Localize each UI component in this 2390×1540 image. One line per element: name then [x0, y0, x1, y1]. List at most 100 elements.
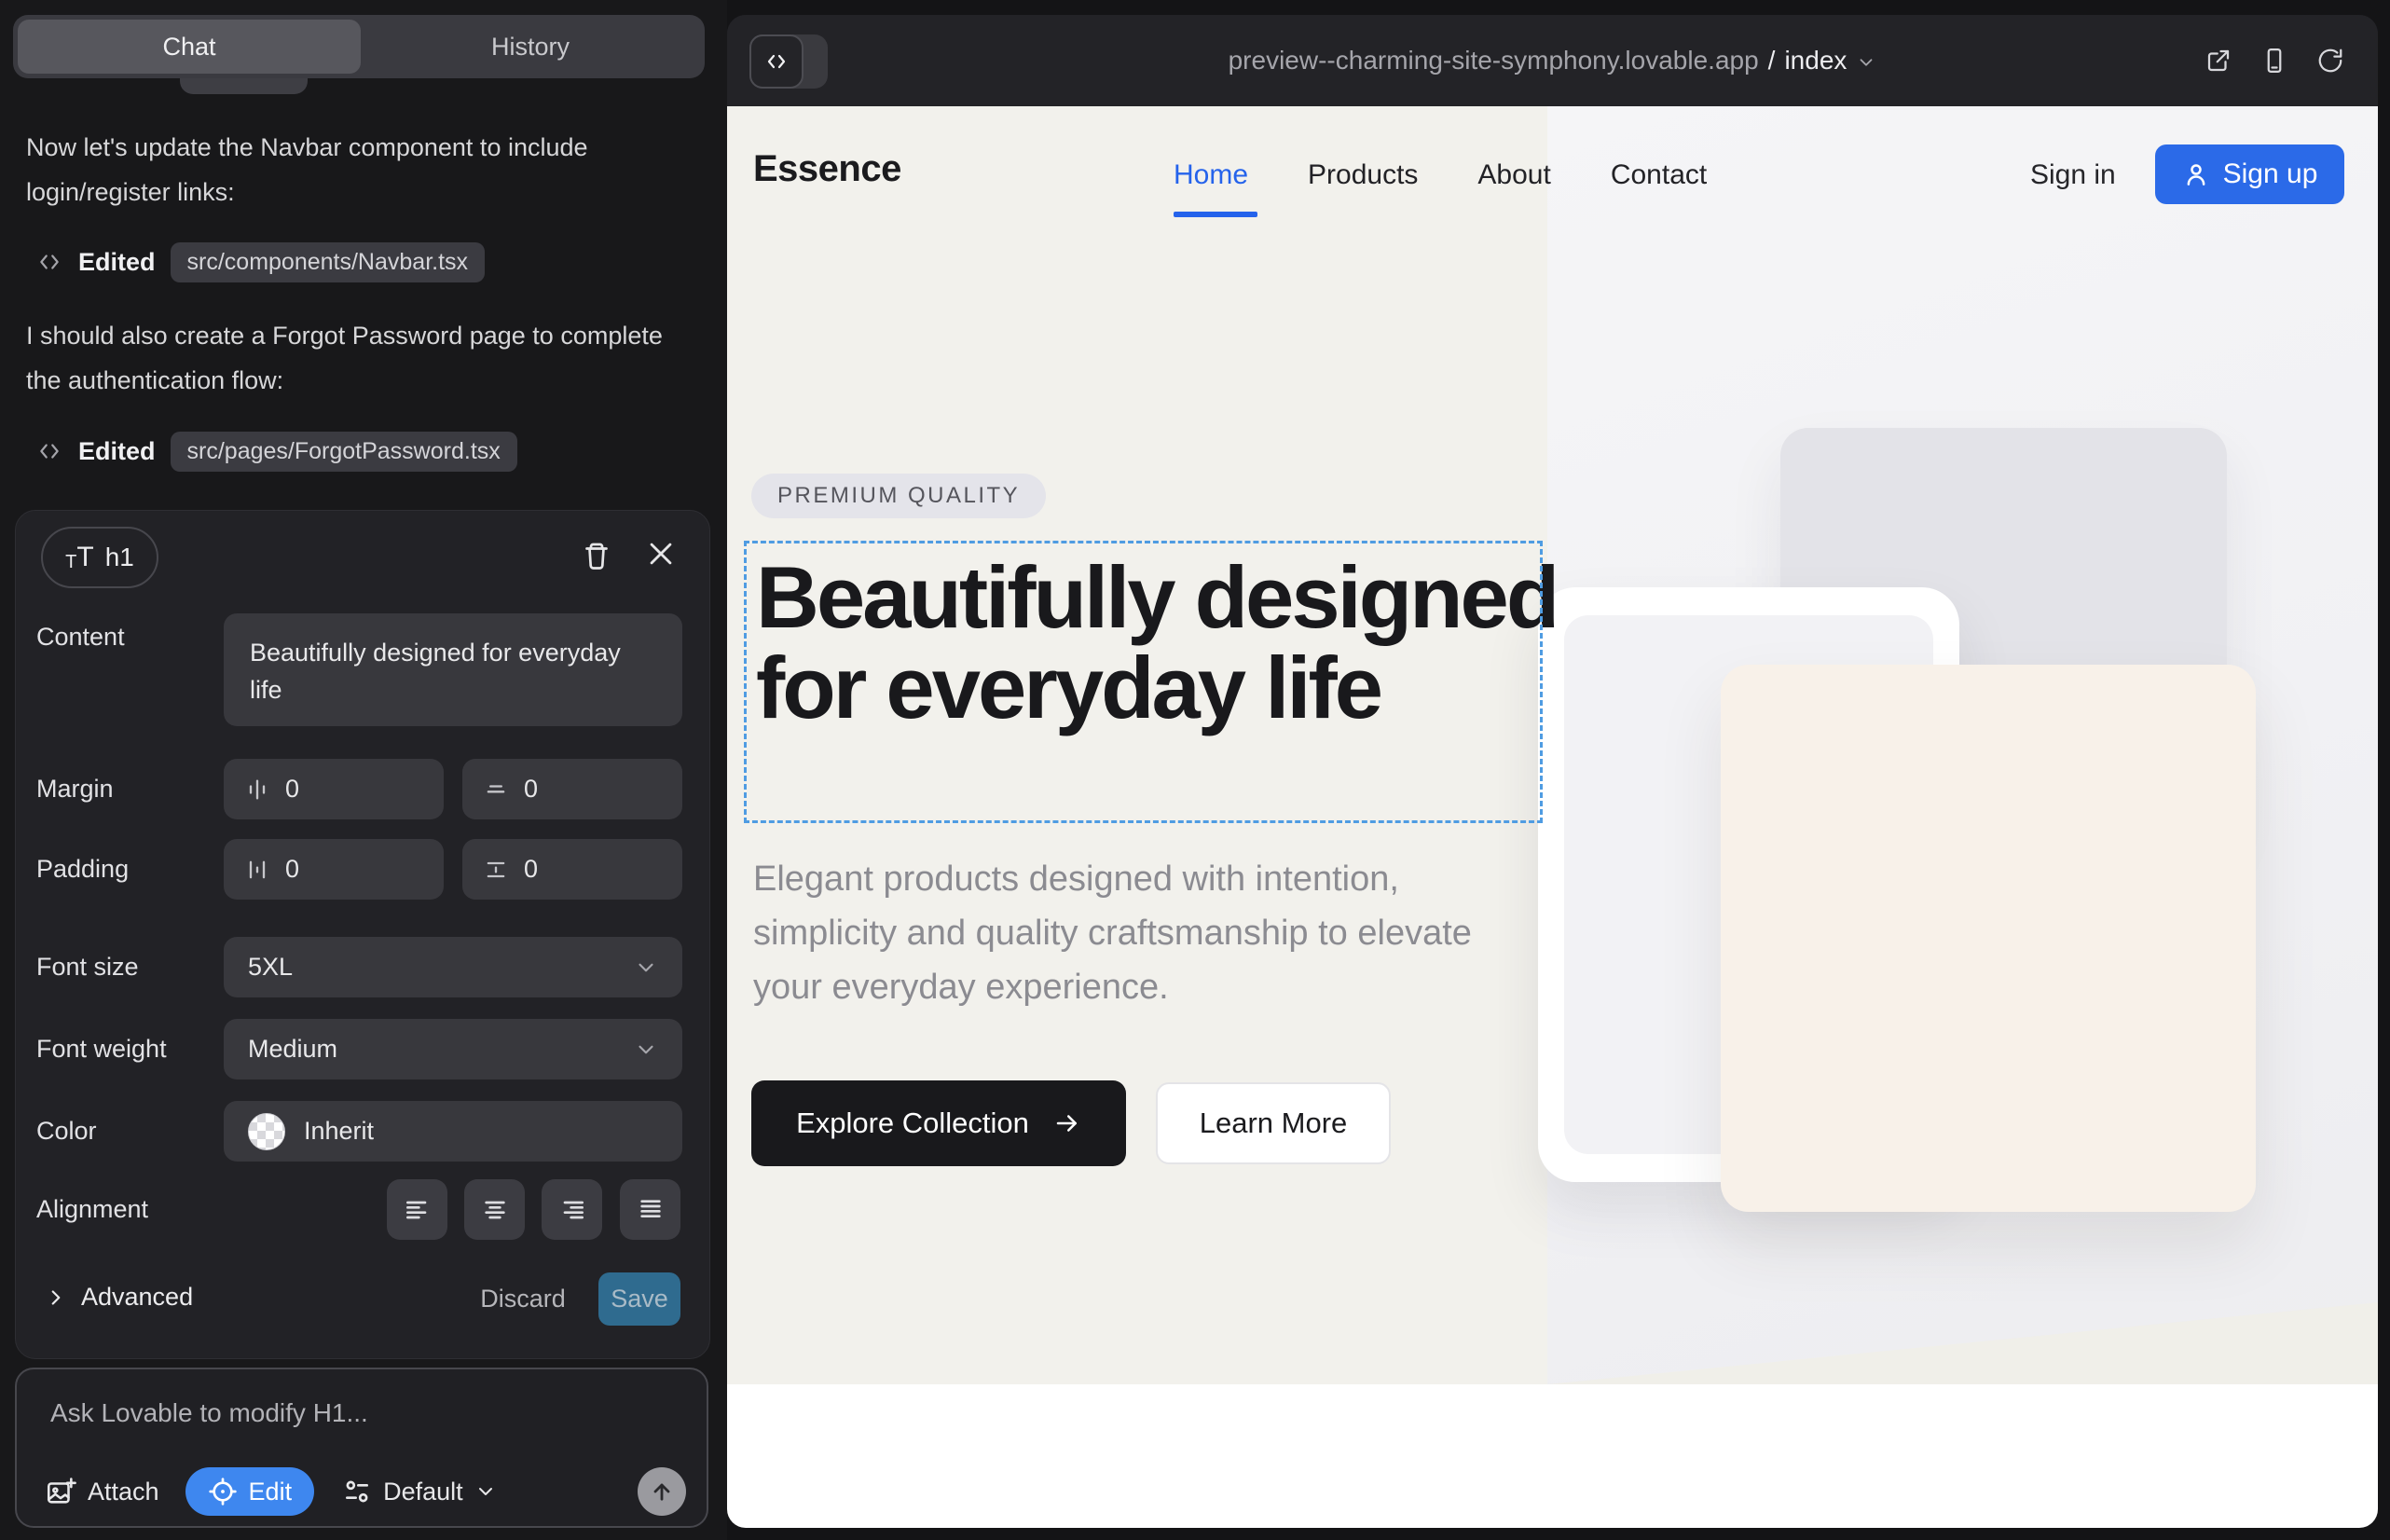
- font-weight-value: Medium: [248, 1035, 337, 1064]
- element-editor-panel: TT h1 Content Beautifully designed for e…: [15, 510, 710, 1359]
- padding-label: Padding: [36, 855, 129, 884]
- attach-image-icon: [45, 1476, 76, 1507]
- font-size-select[interactable]: 5XL: [224, 937, 682, 997]
- composer-toolbar: Attach Edit Default: [45, 1466, 686, 1517]
- edit-mode-label: Edit: [249, 1478, 293, 1506]
- chevron-down-icon: [634, 956, 658, 980]
- chevron-down-icon: [634, 1038, 658, 1062]
- sign-in-link[interactable]: Sign in: [2030, 159, 2116, 191]
- tab-chat-label: Chat: [162, 33, 215, 62]
- selection-outline: [744, 541, 1543, 823]
- text-size-icon: TT: [65, 543, 94, 571]
- hero-cta-row: Explore Collection Learn More: [751, 1080, 1391, 1166]
- advanced-label: Advanced: [81, 1283, 193, 1312]
- content-input[interactable]: Beautifully designed for everyday life: [224, 613, 682, 726]
- prompt-input[interactable]: [48, 1397, 667, 1429]
- refresh-icon[interactable]: [2316, 47, 2344, 75]
- align-right-button[interactable]: [542, 1179, 602, 1240]
- preview-url-domain: preview--charming-site-symphony.lovable.…: [1229, 46, 1759, 76]
- padding-horizontal-icon: [244, 857, 270, 883]
- selected-element-tag: TT h1: [41, 527, 158, 588]
- margin-vertical-icon: [483, 777, 509, 803]
- sliders-icon: [342, 1477, 372, 1506]
- chevron-down-icon: [474, 1480, 497, 1503]
- explore-collection-label: Explore Collection: [796, 1107, 1029, 1140]
- attach-label: Attach: [88, 1478, 159, 1506]
- learn-more-button[interactable]: Learn More: [1156, 1082, 1391, 1164]
- chat-composer: Attach Edit Default: [15, 1368, 708, 1528]
- tab-history[interactable]: History: [361, 15, 700, 78]
- file-chip[interactable]: src/components/Navbar.tsx: [171, 242, 486, 282]
- send-button[interactable]: [638, 1467, 686, 1516]
- align-center-button[interactable]: [464, 1179, 525, 1240]
- code-icon: [35, 250, 63, 274]
- nav-link-home[interactable]: Home: [1174, 159, 1248, 191]
- margin-horizontal-input[interactable]: 0: [224, 759, 444, 819]
- arrow-up-icon: [649, 1478, 675, 1505]
- margin-horizontal-value: 0: [285, 775, 299, 804]
- mobile-preview-icon[interactable]: [2260, 46, 2288, 76]
- preview-url-separator: /: [1768, 46, 1776, 76]
- align-justify-button[interactable]: [620, 1179, 680, 1240]
- align-left-button[interactable]: [387, 1179, 447, 1240]
- chevron-down-icon: [1856, 52, 1876, 73]
- target-icon: [208, 1477, 238, 1506]
- model-selector-label: Default: [383, 1478, 463, 1506]
- nav-link-about[interactable]: About: [1477, 159, 1550, 191]
- model-selector[interactable]: Default: [342, 1477, 497, 1506]
- font-size-label: Font size: [36, 953, 139, 982]
- scrolled-chip-fragment: [180, 78, 308, 94]
- padding-horizontal-value: 0: [285, 855, 299, 884]
- attach-button[interactable]: Attach: [45, 1476, 159, 1507]
- font-size-value: 5XL: [248, 953, 293, 982]
- edit-mode-button[interactable]: Edit: [185, 1467, 315, 1516]
- close-editor-button[interactable]: [645, 538, 677, 570]
- file-chip[interactable]: src/pages/ForgotPassword.tsx: [171, 432, 517, 472]
- site-logo[interactable]: Essence: [753, 148, 901, 190]
- padding-vertical-icon: [483, 857, 509, 883]
- hero-description: Elegant products designed with intention…: [753, 852, 1518, 1014]
- tab-history-label: History: [491, 33, 570, 62]
- edited-file-row: Edited src/pages/ForgotPassword.tsx: [35, 430, 517, 473]
- tab-chat[interactable]: Chat: [18, 20, 361, 74]
- site-nav-links: Home Products About Contact: [1174, 159, 1707, 191]
- padding-vertical-value: 0: [524, 855, 538, 884]
- open-in-new-tab-icon[interactable]: [2205, 47, 2232, 75]
- site-navbar: Essence Home Products About Contact Sign…: [727, 106, 2378, 302]
- preview-url-dropdown[interactable]: preview--charming-site-symphony.lovable.…: [727, 15, 2378, 106]
- assistant-message: I should also create a Forgot Password p…: [26, 313, 679, 403]
- arrow-right-icon: [1053, 1109, 1081, 1137]
- chat-history-tabbar: Chat History: [13, 15, 705, 78]
- font-weight-select[interactable]: Medium: [224, 1019, 682, 1079]
- margin-vertical-input[interactable]: 0: [462, 759, 682, 819]
- previewed-site: Essence Home Products About Contact Sign…: [727, 106, 2378, 1528]
- element-tag-label: h1: [105, 543, 134, 572]
- sign-up-button[interactable]: Sign up: [2155, 144, 2344, 204]
- color-swatch: [248, 1113, 285, 1150]
- nav-link-contact[interactable]: Contact: [1611, 159, 1707, 191]
- assistant-message: Now let's update the Navbar component to…: [26, 125, 679, 214]
- color-value: Inherit: [304, 1117, 374, 1146]
- preview-topbar-actions: [2205, 15, 2344, 106]
- advanced-toggle[interactable]: Advanced: [44, 1283, 193, 1312]
- alignment-label: Alignment: [36, 1195, 148, 1224]
- delete-element-button[interactable]: [580, 538, 613, 573]
- chevron-right-icon: [44, 1286, 68, 1310]
- content-label: Content: [36, 623, 125, 652]
- chat-sidebar: Chat History Now let's update the Navbar…: [0, 0, 727, 1540]
- save-button[interactable]: Save: [598, 1272, 680, 1326]
- code-view-toggle[interactable]: [749, 34, 828, 89]
- premium-quality-badge: PREMIUM QUALITY: [751, 474, 1046, 518]
- padding-horizontal-input[interactable]: 0: [224, 839, 444, 900]
- color-picker-field[interactable]: Inherit: [224, 1101, 682, 1162]
- code-icon: [35, 439, 63, 463]
- discard-button[interactable]: Discard: [481, 1272, 565, 1326]
- color-label: Color: [36, 1117, 97, 1146]
- padding-vertical-input[interactable]: 0: [462, 839, 682, 900]
- margin-horizontal-icon: [244, 777, 270, 803]
- explore-collection-button[interactable]: Explore Collection: [751, 1080, 1126, 1166]
- nav-link-products[interactable]: Products: [1308, 159, 1418, 191]
- margin-label: Margin: [36, 775, 114, 804]
- active-nav-underline: [1174, 212, 1257, 217]
- decor-card-beige: [1721, 665, 2256, 1212]
